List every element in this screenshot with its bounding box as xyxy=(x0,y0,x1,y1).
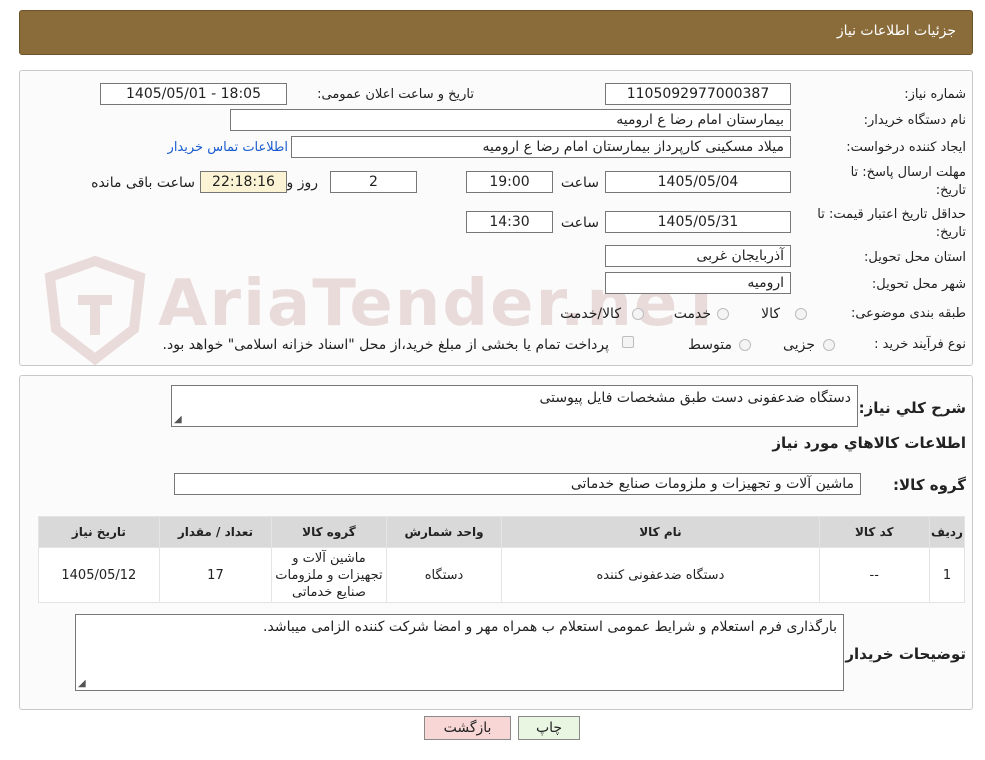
process-radio-minor[interactable] xyxy=(823,339,835,351)
col-need-date: تاریخ نیاز xyxy=(39,517,159,547)
table-row: 1405/05/12 17 ماشین آلات و تجهیزات و ملز… xyxy=(39,548,964,602)
group-field: ماشین آلات و تجهیزات و ملزومات صنایع خدم… xyxy=(174,473,861,495)
need-number-label: شماره نیاز: xyxy=(904,87,966,102)
province-field: آذربایجان غربی xyxy=(605,245,791,267)
resize-grip-icon[interactable]: ◢ xyxy=(78,678,86,689)
process-option-minor: جزیی xyxy=(783,337,815,353)
cell-date: 1405/05/12 xyxy=(39,548,159,602)
category-radio-goods[interactable] xyxy=(795,308,807,320)
col-code: کد کالا xyxy=(819,517,929,547)
buyer-org-label: نام دستگاه خریدار: xyxy=(863,113,966,128)
deadline-days-field: 2 xyxy=(330,171,417,193)
summary-text: دستگاه ضدعفونی دست طبق مشخصات فایل پیوست… xyxy=(539,390,852,406)
page-title: جزئیات اطلاعات نیاز xyxy=(836,23,956,39)
cell-code: -- xyxy=(819,548,929,602)
treasury-checkbox[interactable] xyxy=(622,336,634,348)
requester-label: ایجاد کننده درخواست: xyxy=(846,140,966,155)
need-number-field: 1105092977000387 xyxy=(605,83,791,105)
deadline-label-1: مهلت ارسال پاسخ: تا xyxy=(850,165,966,180)
deadline-time-field: 19:00 xyxy=(466,171,553,193)
buyer-notes-text: بارگذاری فرم استعلام و شرایط عمومی استعل… xyxy=(263,619,837,635)
city-label: شهر محل تحویل: xyxy=(871,277,966,292)
validity-time-field: 14:30 xyxy=(466,211,553,233)
deadline-label-2: تاریخ: xyxy=(935,183,966,198)
buyer-notes-textarea[interactable]: بارگذاری فرم استعلام و شرایط عمومی استعل… xyxy=(75,614,844,691)
page-header: جزئیات اطلاعات نیاز xyxy=(19,10,973,55)
col-group: گروه کالا xyxy=(272,517,386,547)
summary-textarea[interactable]: دستگاه ضدعفونی دست طبق مشخصات فایل پیوست… xyxy=(171,385,858,427)
process-radio-medium[interactable] xyxy=(739,339,751,351)
announce-field: 1405/05/01 - 18:05 xyxy=(100,83,287,105)
cell-row: 1 xyxy=(929,548,964,602)
items-table-wrap: تاریخ نیاز تعداد / مقدار گروه کالا واحد … xyxy=(38,516,965,603)
remaining-time-field: 22:18:16 xyxy=(200,171,287,193)
print-button[interactable]: چاپ xyxy=(518,716,580,740)
category-option-service: خدمت xyxy=(673,306,711,322)
process-label: نوع فرآیند خرید : xyxy=(874,337,966,352)
items-table: تاریخ نیاز تعداد / مقدار گروه کالا واحد … xyxy=(38,516,965,603)
category-label: طبقه بندی موضوعی: xyxy=(850,306,966,321)
group-label: گروه کالا: xyxy=(893,476,966,494)
validity-label-2: تاریخ: xyxy=(935,225,966,240)
cell-unit: دستگاه xyxy=(386,548,502,602)
validity-date-field: 1405/05/31 xyxy=(605,211,791,233)
table-header-row: تاریخ نیاز تعداد / مقدار گروه کالا واحد … xyxy=(39,517,964,547)
announce-label: تاریخ و ساعت اعلان عمومی: xyxy=(317,87,474,102)
cell-name: دستگاه ضدعفونی کننده xyxy=(502,548,819,602)
category-radio-service[interactable] xyxy=(717,308,729,320)
validity-label-1: حداقل تاریخ اعتبار قیمت: تا xyxy=(817,207,966,222)
deadline-time-label: ساعت xyxy=(560,175,599,191)
buyer-contact-link[interactable]: اطلاعات تماس خریدار xyxy=(168,140,288,155)
remaining-time-label: ساعت باقی مانده xyxy=(91,175,195,191)
deadline-days-label: روز و xyxy=(286,175,319,191)
deadline-date-field: 1405/05/04 xyxy=(605,171,791,193)
resize-grip-icon[interactable]: ◢ xyxy=(174,414,182,425)
city-field: ارومیه xyxy=(605,272,791,294)
buyer-notes-label: توضیحات خریدار: xyxy=(839,645,966,663)
cell-qty: 17 xyxy=(159,548,272,602)
col-unit: واحد شمارش xyxy=(386,517,502,547)
process-option-medium: متوسط xyxy=(688,337,732,353)
col-row: رديف xyxy=(929,517,964,547)
goods-title: اطلاعات کالاهاي مورد نياز xyxy=(772,434,966,452)
category-radio-goods-service[interactable] xyxy=(632,308,644,320)
province-label: استان محل تحویل: xyxy=(864,250,966,265)
category-option-goods-service: کالا/خدمت xyxy=(560,306,621,322)
requester-field: میلاد مسکینی کارپرداز بیمارستان امام رضا… xyxy=(291,136,791,158)
back-button[interactable]: بازگشت xyxy=(424,716,511,740)
col-quantity: تعداد / مقدار xyxy=(159,517,272,547)
buyer-org-field: بیمارستان امام رضا ع ارومیه xyxy=(230,109,791,131)
cell-group: ماشین آلات و تجهیزات و ملزومات صنایع خدم… xyxy=(272,548,386,602)
treasury-note: پرداخت تمام یا بخشی از مبلغ خرید،از محل … xyxy=(162,337,609,353)
summary-label: شرح کلي نياز: xyxy=(858,399,966,417)
category-option-goods: کالا xyxy=(761,306,780,322)
validity-time-label: ساعت xyxy=(560,215,599,231)
col-name: نام کالا xyxy=(502,517,819,547)
shield-logo-icon xyxy=(44,255,146,366)
